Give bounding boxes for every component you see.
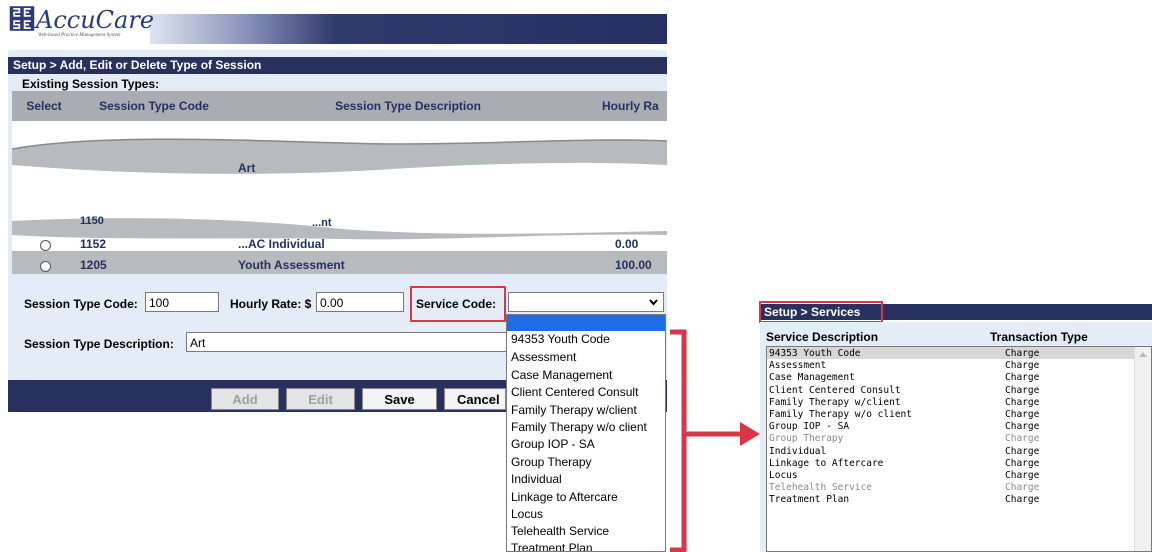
service-description: Telehealth Service — [769, 482, 872, 494]
row-select-radio[interactable] — [40, 261, 51, 272]
grid-cell-rate: 100.00 — [615, 258, 652, 272]
service-description: Group IOP - SA — [769, 421, 850, 433]
grid-cell-code: 1205 — [80, 258, 107, 272]
transaction-type: Charge — [1005, 348, 1040, 359]
services-scrollbar[interactable] — [1134, 347, 1151, 551]
hourly-rate-input[interactable]: 0.00 — [316, 292, 404, 312]
col-select[interactable]: Select — [12, 91, 76, 121]
session-desc-label: Session Type Description: — [24, 337, 174, 351]
services-row[interactable]: Locus Charge — [769, 470, 1039, 482]
dropdown-option[interactable]: Locus — [511, 507, 543, 521]
dropdown-option[interactable]: Linkage to Aftercare — [511, 490, 618, 504]
dropdown-option-blank[interactable] — [507, 315, 665, 331]
services-row[interactable]: Assessment Charge — [769, 360, 1039, 372]
services-row[interactable]: Group Therapy Charge — [769, 433, 1039, 445]
services-row[interactable]: Individual Charge — [769, 445, 1039, 458]
grid-header: Select Session Type Code Session Type De… — [12, 91, 667, 121]
edit-button[interactable]: Edit — [286, 388, 355, 410]
transaction-type: Charge — [1005, 470, 1040, 481]
services-col-type: Transaction Type — [990, 330, 1088, 344]
session-desc-input[interactable]: Art — [186, 332, 512, 352]
dropdown-option[interactable]: Telehealth Service — [511, 524, 609, 538]
transaction-type: Charge — [1005, 421, 1040, 433]
dropdown-option[interactable]: 94353 Youth Code — [511, 332, 610, 346]
service-code-label: Service Code: — [416, 297, 497, 311]
services-row[interactable]: Client Centered Consult Charge — [769, 384, 1039, 397]
dropdown-option[interactable]: Group IOP - SA — [511, 437, 595, 451]
service-description: Family Therapy w/client — [769, 396, 901, 408]
row-select-radio[interactable] — [40, 240, 51, 251]
grid-cell-desc: Youth Assessment — [238, 258, 345, 272]
dropdown-option[interactable]: Family Therapy w/client — [511, 403, 637, 417]
services-title-highlight — [759, 301, 883, 323]
page-title: Setup > Add, Edit or Delete Type of Sess… — [13, 58, 262, 72]
add-button[interactable]: Add — [211, 388, 279, 410]
annotation-bracket-arrow — [670, 329, 760, 552]
service-description: Individual — [769, 445, 827, 457]
services-row[interactable]: Treatment Plan Charge — [769, 494, 1039, 506]
dropdown-option[interactable]: Client Centered Consult — [511, 385, 638, 399]
services-row[interactable]: 94353 Youth Code Charge — [769, 348, 1039, 360]
services-row[interactable]: Telehealth Service Charge — [769, 482, 1039, 494]
app-tagline: Web-based Practice Management System — [38, 33, 121, 38]
grid-cell-desc: ...nt — [312, 217, 332, 229]
service-description: Assessment — [769, 360, 827, 372]
app-logo-text: AccuCare — [36, 6, 155, 34]
service-description: Family Therapy w/o client — [769, 409, 912, 420]
grid-cell-desc: Art — [238, 161, 256, 175]
service-code-dropdown[interactable]: 94353 Youth Code Assessment Case Managem… — [506, 314, 666, 552]
services-row[interactable]: Linkage to Aftercare Charge — [769, 457, 1039, 470]
services-col-desc: Service Description — [766, 330, 879, 344]
dropdown-option[interactable]: Group Therapy — [511, 455, 592, 469]
services-row[interactable]: Group IOP - SA Charge — [769, 421, 1039, 433]
services-list[interactable]: 94353 Youth Code Charge Assessment Charge Ca… — [766, 346, 1152, 552]
dropdown-option[interactable]: Case Management — [511, 368, 612, 382]
col-hourly-rate[interactable]: Hourly Ra — [602, 91, 667, 121]
grid-cell-code: 1152 — [80, 237, 107, 251]
services-row[interactable]: Family Therapy w/o client Charge — [769, 409, 1039, 421]
header-banner — [150, 14, 667, 44]
session-types-grid: Select Session Type Code Session Type De… — [12, 91, 667, 274]
transaction-type: Charge — [1005, 494, 1040, 506]
service-code-select[interactable] — [508, 292, 664, 312]
transaction-type: Charge — [1005, 396, 1040, 408]
torn-edge-top — [12, 138, 667, 185]
accucare-logo-icon: ⹞ — [8, 3, 36, 36]
transaction-type: Charge — [1005, 433, 1040, 445]
save-button[interactable]: Save — [362, 388, 437, 410]
session-code-input[interactable]: 100 — [145, 292, 219, 312]
existing-types-label: Existing Session Types: — [22, 77, 160, 91]
col-session-code[interactable]: Session Type Code — [76, 91, 232, 121]
chevron-down-icon — [649, 299, 658, 306]
page-title-bar: Setup > Add, Edit or Delete Type of Sess… — [8, 57, 667, 74]
services-row[interactable]: Family Therapy w/client Charge — [769, 396, 1039, 409]
service-description: Client Centered Consult — [769, 384, 901, 396]
services-row[interactable]: Case Management Charge — [769, 372, 1039, 384]
service-description: Linkage to Aftercare — [769, 457, 884, 469]
transaction-type: Charge — [1005, 445, 1040, 457]
transaction-type: Charge — [1005, 384, 1040, 396]
transaction-type: Charge — [1005, 360, 1040, 372]
dropdown-option[interactable]: Assessment — [511, 350, 576, 364]
transaction-type: Charge — [1005, 372, 1040, 384]
col-session-desc[interactable]: Session Type Description — [232, 91, 584, 121]
transaction-type: Charge — [1005, 482, 1040, 494]
service-description: Case Management — [769, 372, 855, 384]
cancel-button[interactable]: Cancel — [444, 388, 506, 410]
grid-cell-rate: 0.00 — [615, 237, 639, 251]
transaction-type: Charge — [1005, 457, 1040, 469]
grid-cell-code: 1150 — [80, 215, 104, 227]
dropdown-option[interactable]: Individual — [511, 472, 562, 486]
service-description: Treatment Plan — [769, 494, 850, 506]
dropdown-option[interactable]: Family Therapy w/o client — [511, 420, 647, 434]
transaction-type: Charge — [1005, 409, 1040, 420]
scroll-up-icon[interactable] — [1139, 352, 1147, 357]
service-description: Locus — [769, 470, 798, 481]
session-code-label: Session Type Code: — [24, 297, 138, 311]
hourly-rate-label: Hourly Rate: $ — [230, 297, 312, 311]
dropdown-option[interactable]: Treatment Plan — [511, 541, 593, 551]
grid-cell-desc: ...AC Individual — [238, 237, 325, 251]
service-description: 94353 Youth Code — [769, 348, 861, 359]
service-description: Group Therapy — [769, 433, 844, 445]
